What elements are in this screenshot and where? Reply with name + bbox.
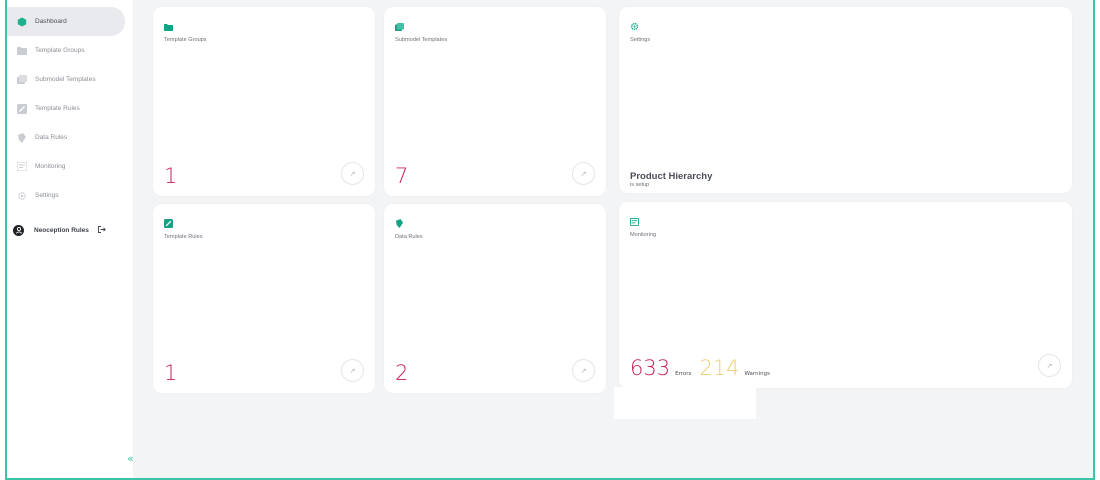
product-hierarchy-title: Product Hierarchy <box>630 171 713 182</box>
open-template-groups-button[interactable]: ↗ <box>341 162 364 185</box>
errors-label: Errors <box>675 371 692 377</box>
sidebar-item-template-groups[interactable]: Template Groups <box>7 36 125 65</box>
templates-icon <box>395 18 404 31</box>
logout-icon[interactable] <box>97 225 106 235</box>
template-rules-count: 1 <box>164 361 178 385</box>
card-monitoring[interactable]: Monitoring 633 Errors 214 Warnings ↗ <box>619 202 1072 388</box>
submodel-templates-count: 7 <box>395 164 409 188</box>
card-data-rules[interactable]: Data Rules 2 ↗ <box>384 204 606 393</box>
card-submodel-templates[interactable]: Submodel Templates 7 ↗ <box>384 7 606 196</box>
gear-icon <box>17 191 27 201</box>
sidebar-item-label: Dashboard <box>35 18 67 25</box>
edit-icon <box>17 103 27 114</box>
blank-panel <box>614 387 756 419</box>
edit-icon <box>164 215 173 228</box>
sidebar-item-label: Settings <box>35 192 59 199</box>
open-submodel-templates-button[interactable]: ↗ <box>572 162 595 185</box>
chevrons-left-icon[interactable]: « <box>127 452 134 465</box>
card-template-groups[interactable]: Template Groups 1 ↗ <box>153 7 375 196</box>
card-title: Template Groups <box>164 37 207 43</box>
user-row: Neoception Rules <box>7 222 133 238</box>
sidebar-item-monitoring[interactable]: Monitoring <box>7 152 125 181</box>
sidebar-item-template-rules[interactable]: Template Rules <box>7 94 125 123</box>
sidebar-item-label: Submodel Templates <box>35 76 96 83</box>
sidebar-item-submodel-templates[interactable]: Submodel Templates <box>7 65 125 94</box>
sidebar-item-label: Template Rules <box>35 105 80 112</box>
template-groups-count: 1 <box>164 164 178 188</box>
gear-icon <box>630 18 639 31</box>
folder-icon <box>164 18 173 31</box>
card-title: Template Rules <box>164 234 203 240</box>
sidebar-item-label: Monitoring <box>35 163 66 170</box>
hexagon-icon <box>17 17 27 27</box>
user-icon <box>13 224 24 236</box>
product-hierarchy-status: is setup <box>630 182 650 188</box>
data-rules-count: 2 <box>395 361 409 385</box>
monitoring-stats: 633 Errors 214 Warnings <box>630 356 770 380</box>
sidebar-item-settings[interactable]: Settings <box>7 181 125 210</box>
user-name: Neoception Rules <box>34 226 89 234</box>
card-settings[interactable]: Settings Product Hierarchy is setup <box>619 7 1072 193</box>
sidebar-item-label: Template Groups <box>35 47 85 54</box>
open-monitoring-button[interactable]: ↗ <box>1038 354 1061 377</box>
warnings-count: 214 <box>699 356 740 380</box>
sidebar: Dashboard Template Groups Submodel Templ… <box>7 0 133 478</box>
card-title: Submodel Templates <box>395 37 448 43</box>
tag-icon <box>395 215 404 228</box>
sidebar-item-dashboard[interactable]: Dashboard <box>7 7 125 36</box>
card-title: Settings <box>630 37 651 43</box>
templates-icon <box>17 75 27 85</box>
warnings-label: Warnings <box>744 371 770 377</box>
tag-icon <box>17 132 27 143</box>
sidebar-item-data-rules[interactable]: Data Rules <box>7 123 125 152</box>
folder-icon <box>17 46 27 56</box>
card-template-rules[interactable]: Template Rules 1 ↗ <box>153 204 375 393</box>
monitor-icon <box>630 213 639 226</box>
card-title: Data Rules <box>395 234 423 240</box>
monitor-icon <box>17 162 27 172</box>
errors-count: 633 <box>630 356 671 380</box>
sidebar-item-label: Data Rules <box>35 134 68 141</box>
open-data-rules-button[interactable]: ↗ <box>572 359 595 382</box>
open-template-rules-button[interactable]: ↗ <box>341 359 364 382</box>
card-title: Monitoring <box>630 232 657 238</box>
